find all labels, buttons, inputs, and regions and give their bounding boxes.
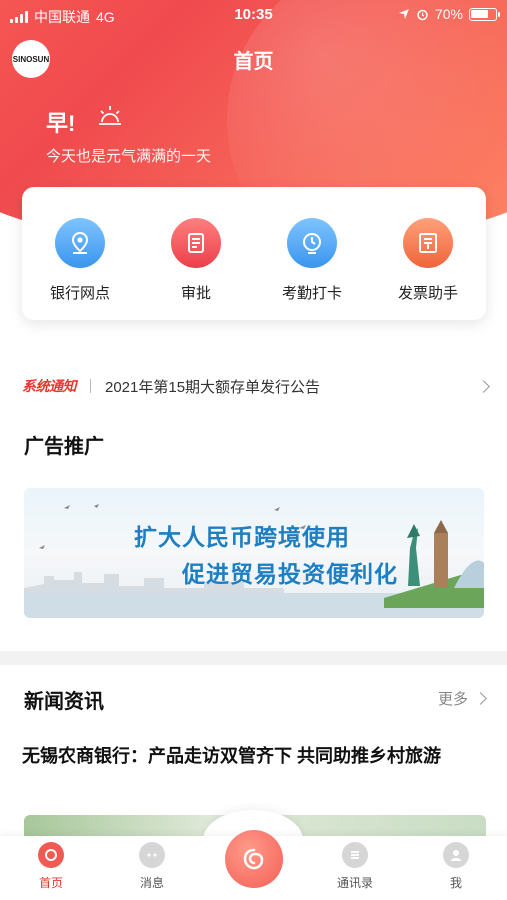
quick-action-label: 考勤打卡 xyxy=(281,285,342,302)
clock-icon xyxy=(287,218,337,268)
chevron-right-icon xyxy=(477,379,490,393)
quick-action-approval[interactable]: 审批 xyxy=(138,187,254,320)
tab-profile[interactable]: 我 xyxy=(421,842,491,891)
center-action-button[interactable] xyxy=(225,830,283,888)
chevron-right-icon xyxy=(474,692,487,705)
quick-action-label: 发票助手 xyxy=(397,285,458,302)
tab-label: 首页 xyxy=(38,876,63,890)
notice-tag: 系统通知 xyxy=(22,378,77,394)
swirl-logo-icon xyxy=(243,848,264,870)
tab-label: 消息 xyxy=(139,876,164,890)
message-icon xyxy=(139,842,165,868)
ad-banner[interactable]: 扩大人民币跨境使用 促进贸易投资便利化 xyxy=(24,488,484,618)
tab-label: 通讯录 xyxy=(336,876,373,890)
tab-label: 我 xyxy=(449,876,462,890)
tab-contacts[interactable]: 通讯录 xyxy=(320,842,390,891)
quick-action-attendance[interactable]: 考勤打卡 xyxy=(254,187,370,320)
greeting-subtitle: 今天也是元气满满的一天 xyxy=(46,148,212,165)
location-arrow-icon xyxy=(398,9,409,19)
document-approval-icon xyxy=(171,218,221,268)
contacts-icon xyxy=(342,842,368,868)
notice-divider xyxy=(90,379,91,393)
ad-section-title: 广告推广 xyxy=(24,436,104,458)
home-icon xyxy=(38,842,64,868)
quick-action-bank-branches[interactable]: 银行网点 xyxy=(22,187,138,320)
news-item-title[interactable]: 无锡农商银行：产品走访双管齐下 共同助推乡村旅游 xyxy=(22,740,482,772)
quick-actions-card: 银行网点 审批 考勤打卡 发票助手 xyxy=(22,187,486,320)
battery-percent: 70% xyxy=(434,6,463,22)
notice-text[interactable]: 2021年第15期大额存单发行公告 xyxy=(105,376,479,397)
more-label: 更多 xyxy=(437,691,468,708)
greeting-text: 早! xyxy=(46,111,76,136)
location-map-icon xyxy=(55,218,105,268)
tab-home[interactable]: 首页 xyxy=(16,842,86,891)
section-divider xyxy=(0,651,507,665)
news-section-title: 新闻资讯 xyxy=(24,691,104,713)
quick-action-invoice[interactable]: 发票助手 xyxy=(370,187,486,320)
status-bar: 中国联通 4G 10:35 70% xyxy=(0,0,507,30)
profile-icon xyxy=(443,842,469,868)
banner-skyline-illustration xyxy=(24,504,484,618)
system-notice-bar[interactable]: 系统通知 2021年第15期大额存单发行公告 xyxy=(22,372,490,400)
ad-headline-1: 扩大人民币跨境使用 xyxy=(134,524,350,550)
page-title: 首页 xyxy=(233,51,274,73)
sunrise-icon xyxy=(99,106,121,125)
alarm-icon xyxy=(417,9,428,20)
invoice-icon xyxy=(403,218,453,268)
news-more-link[interactable]: 更多 xyxy=(437,688,487,709)
ad-headline-2: 促进贸易投资便利化 xyxy=(182,561,398,587)
quick-action-label: 审批 xyxy=(180,285,211,302)
tab-messages[interactable]: 消息 xyxy=(117,842,187,891)
battery-icon xyxy=(469,7,500,21)
quick-action-label: 银行网点 xyxy=(49,285,110,302)
